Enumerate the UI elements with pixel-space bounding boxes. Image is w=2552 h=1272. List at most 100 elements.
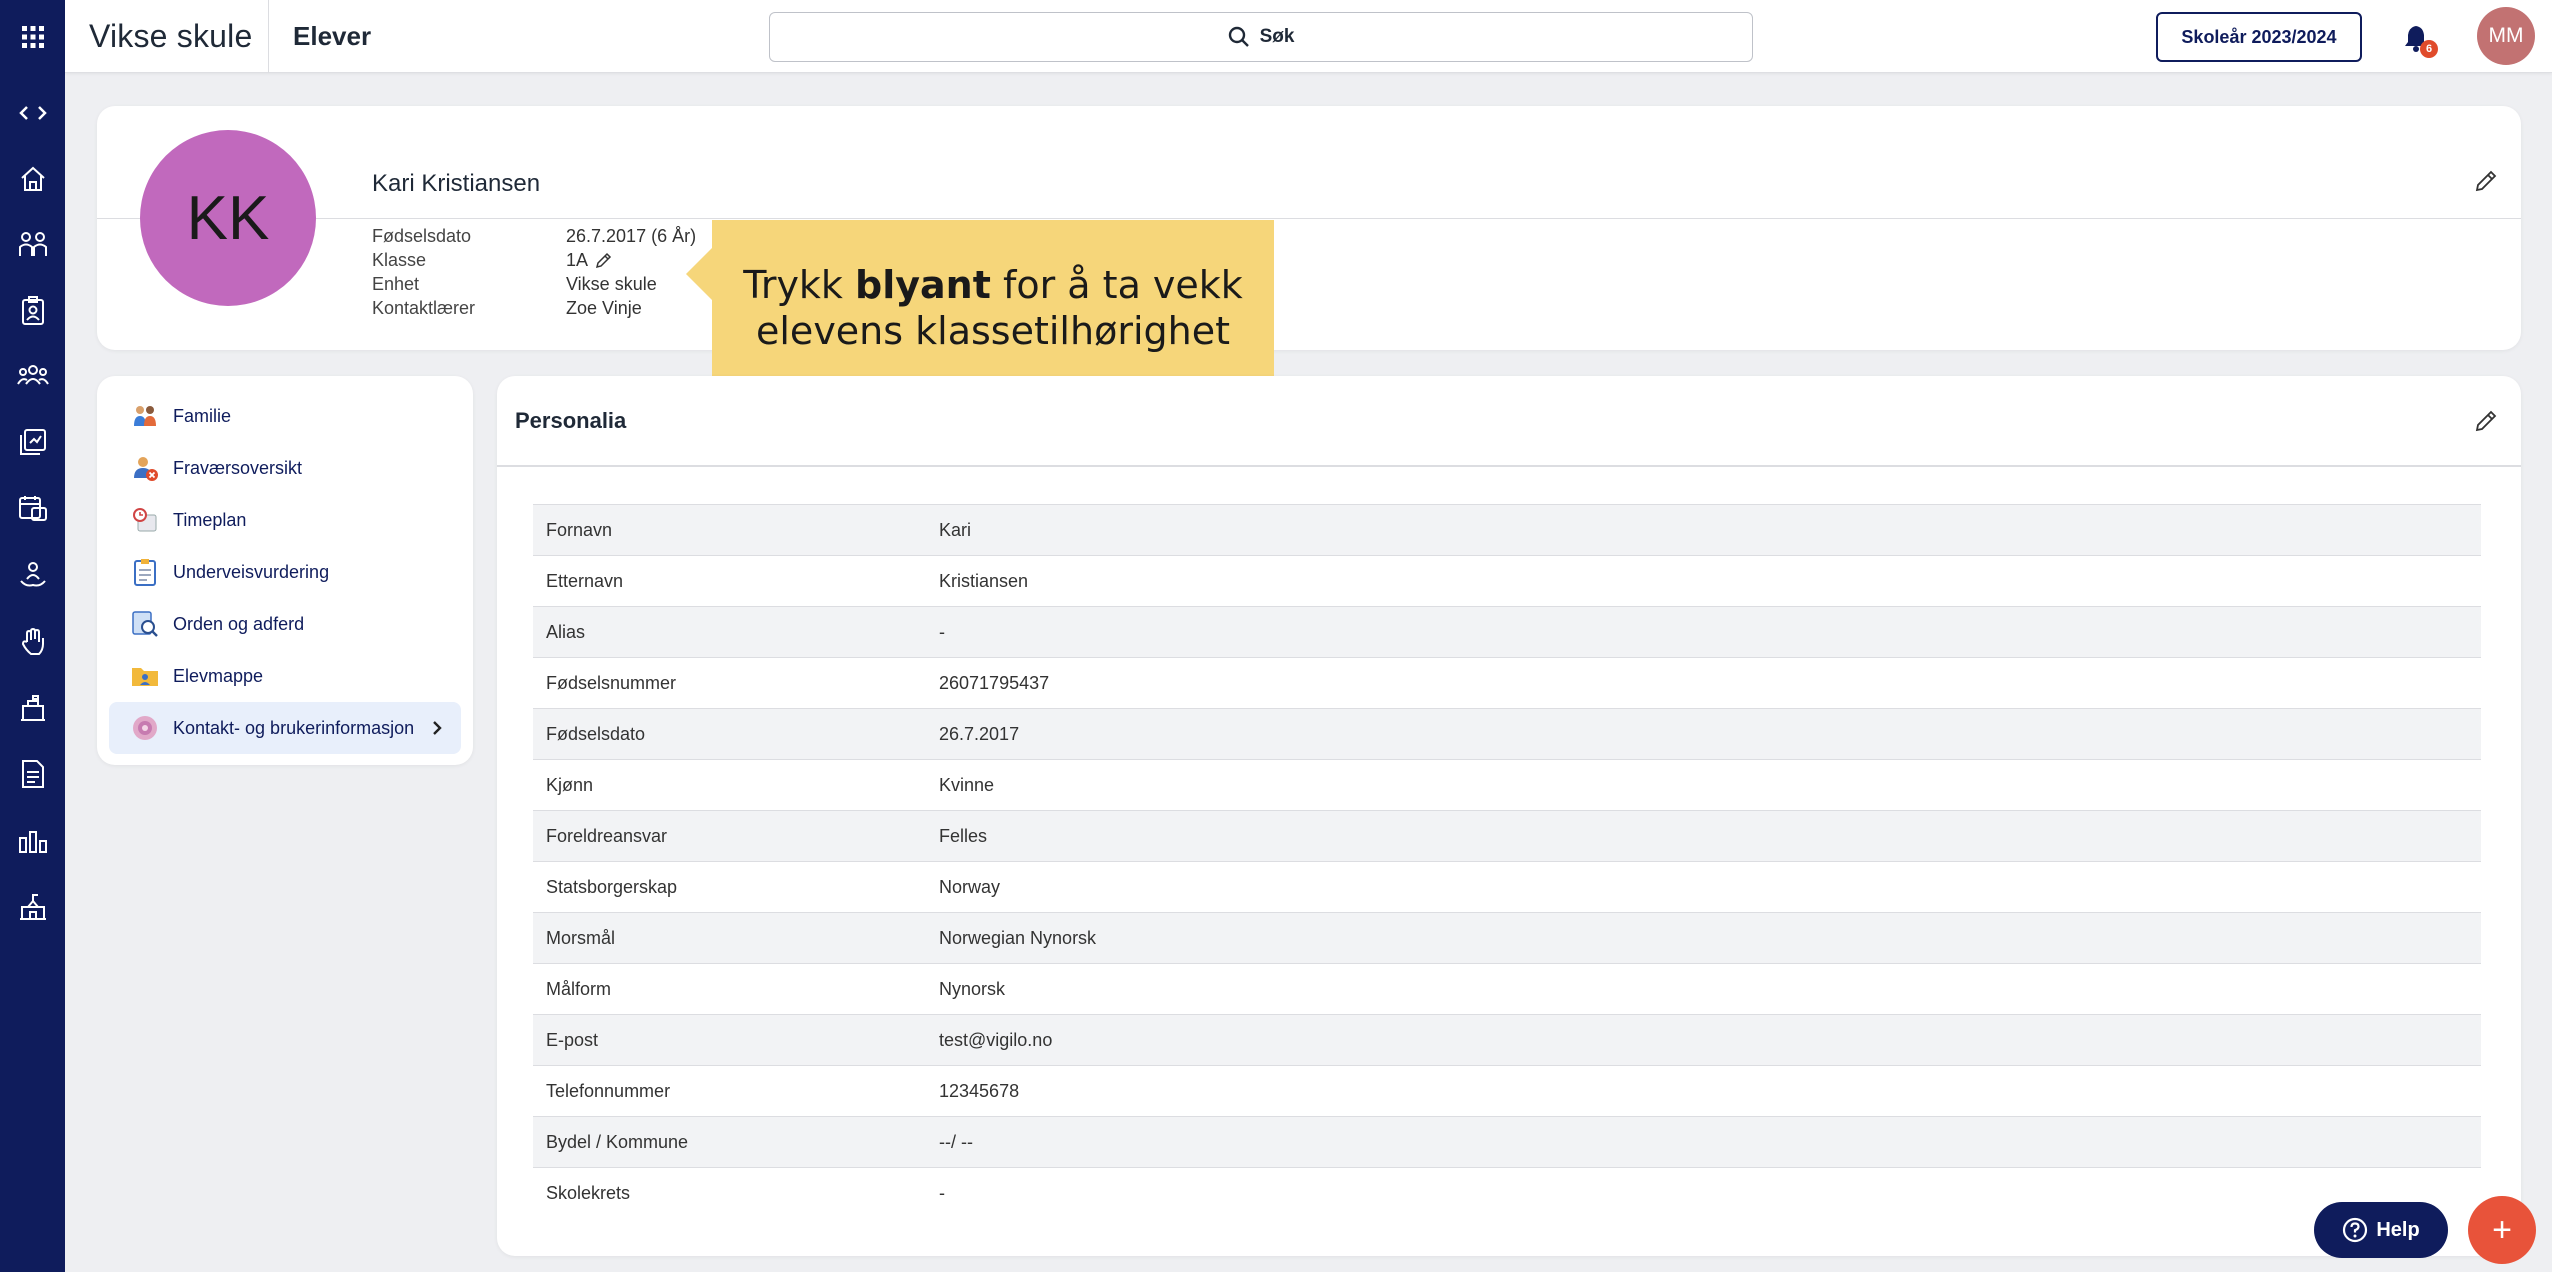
bar-chart-icon[interactable] [0,816,65,866]
table-row: Foreldreansvar Felles [533,811,2481,862]
row-value: 26.7.2017 [939,723,1020,744]
personalia-table: Fornavn Kari Etternavn Kristiansen Alias - … [533,504,2481,1219]
family-icon [131,402,159,430]
absence-icon [131,454,159,482]
table-row: E-post test@vigilo.no [533,1015,2481,1066]
row-value: Kvinne [939,774,995,795]
callout-text-bold: blyant [855,263,991,307]
personalia-divider [497,465,2521,467]
help-button[interactable]: Help [2314,1202,2448,1258]
menu-item-orden-og-adferd[interactable]: Orden og adferd [109,598,461,650]
calendar-icon[interactable] [0,483,65,533]
table-row: Fødselsnummer 26071795437 [533,658,2481,709]
menu-item-label: Elevmappe [173,665,264,686]
info-value: Zoe Vinje [566,298,642,318]
person-hand-icon[interactable] [0,550,65,600]
student-name: Kari Kristiansen [372,170,541,197]
menu-item-label: Familie [173,405,232,426]
row-key: Etternavn [546,570,624,591]
behavior-icon [131,610,159,638]
row-key: E-post [546,1029,599,1050]
row-value: - [939,621,945,642]
topbar-divider [268,0,269,73]
callout-text-pre: Trykk [743,263,856,307]
row-key: Kjønn [546,774,594,795]
row-key: Statsborgerskap [546,876,678,897]
home-icon[interactable] [0,154,65,204]
row-value: Norwegian Nynorsk [939,927,1097,948]
menu-item-underveisvurdering[interactable]: Underveisvurdering [109,546,461,598]
table-row: Statsborgerskap Norway [533,862,2481,913]
top-bar: Vikse skule Elever Søk Skoleår 2023/2024… [65,0,2552,73]
assessment-icon[interactable] [0,417,65,467]
info-value: 1A [566,250,589,270]
search-input[interactable]: Søk [769,12,1753,62]
student-profile-card: KK Kari Kristiansen Fødselsdato 26.7.201… [97,106,2521,350]
pencil-icon [2475,170,2497,192]
table-row: Telefonnummer 12345678 [533,1066,2481,1117]
menu-item-label: Fraværsoversikt [173,457,303,478]
row-value: Kristiansen [939,570,1029,591]
row-key: Skolekrets [546,1183,631,1203]
students-icon[interactable] [0,219,65,269]
document-icon[interactable] [0,749,65,799]
table-row: Alias - [533,607,2481,658]
module-title: Elever [293,21,372,51]
profile-divider [97,218,2521,219]
menu-item-label: Orden og adferd [173,613,305,634]
callout-text-post: for å ta vekk [990,263,1243,307]
groups-icon[interactable] [0,350,65,400]
callout-line-2: elevens klassetilhørighet [756,309,1230,353]
school-icon[interactable] [0,882,65,932]
row-value: Norway [939,876,1001,897]
search-label: Søk [1259,26,1295,47]
add-button[interactable]: + [2468,1196,2536,1264]
edit-profile-button[interactable] [2467,162,2505,200]
notifications-button[interactable]: 6 [2396,18,2438,58]
row-value: Felles [939,825,988,846]
row-value: test@vigilo.no [939,1029,1053,1050]
menu-item-timeplan[interactable]: Timeplan [109,494,461,546]
info-label: Klasse [372,250,427,270]
class-value: 1A [566,250,696,271]
edit-class-pencil-icon[interactable] [594,252,612,270]
search-icon [1228,26,1249,47]
row-key: Bydel / Kommune [546,1131,689,1152]
row-key: Fødselsdato [546,723,646,744]
menu-item-elevmappe[interactable]: Elevmappe [109,650,461,702]
folder-icon [131,662,159,690]
menu-item-kontakt-og-brukerinformasjon[interactable]: Kontakt- og brukerinformasjon [109,702,461,754]
row-key: Telefonnummer [546,1080,671,1101]
row-value: - [939,1183,945,1203]
row-key: Morsmål [546,927,616,948]
row-value: 12345678 [939,1080,1020,1101]
edit-personalia-button[interactable] [2467,402,2505,440]
menu-item-label: Underveisvurdering [173,561,330,582]
hand-raise-icon[interactable] [0,617,65,667]
menu-item-familie[interactable]: Familie [109,390,461,442]
menu-item-label: Timeplan [173,509,247,530]
user-avatar[interactable]: MM [2477,7,2535,65]
school-name[interactable]: Vikse skule [89,0,294,73]
row-key: Fornavn [546,519,613,540]
building-icon[interactable] [0,683,65,733]
student-avatar: KK [140,130,316,306]
badge-icon[interactable] [0,286,65,336]
table-row: Fødselsdato 26.7.2017 [533,709,2481,760]
info-label: Kontaktlærer [372,298,476,318]
table-row: Fornavn Kari [533,505,2481,556]
row-value: --/ -- [939,1131,973,1152]
row-key: Målform [546,978,612,999]
table-row: Etternavn Kristiansen [533,556,2481,607]
menu-item-fravaersoversikt[interactable]: Fraværsoversikt [109,442,461,494]
row-key: Alias [546,621,586,642]
menu-item-label: Kontakt- og brukerinformasjon [173,717,415,738]
personalia-card: Personalia Fornavn Kari Etternavn Kristian… [497,376,2521,1256]
tutorial-callout: Trykk blyant for å ta vekk elevens klass… [686,220,1274,396]
table-row: Bydel / Kommune --/ -- [533,1117,2481,1168]
table-row: Målform Nynorsk [533,964,2481,1015]
school-year-button[interactable]: Skoleår 2023/2024 [2156,12,2362,62]
apps-grid-icon[interactable] [0,0,65,73]
row-value: 26071795437 [939,672,1050,693]
code-toggle-icon[interactable] [0,88,65,138]
